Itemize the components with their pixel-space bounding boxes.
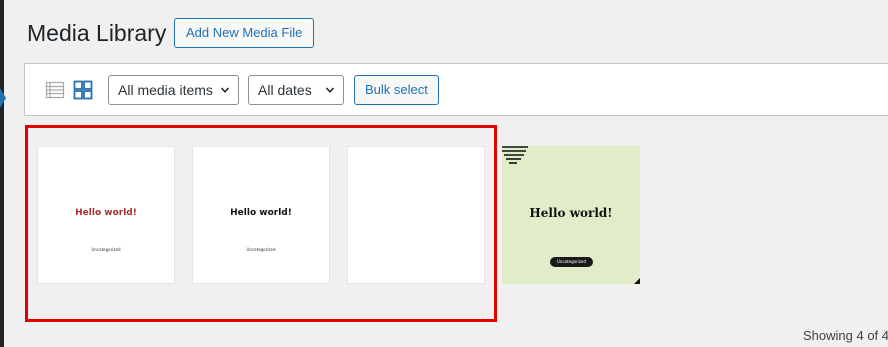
current-menu-pointer-icon	[0, 88, 6, 108]
thumbnail-title: Hello world!	[230, 208, 292, 218]
decorative-stripes-icon	[502, 146, 528, 164]
thumbnail-category: Uncategorized	[246, 247, 276, 252]
bulk-select-button[interactable]: Bulk select	[354, 75, 439, 105]
thumbnail-title: Hello world!	[529, 206, 613, 220]
media-type-filter-select[interactable]: All media items	[108, 75, 239, 105]
thumbnail-title: Hello world!	[75, 208, 137, 218]
media-toolbar: All media items All dates Bulk select	[24, 63, 888, 116]
grid-view-icon[interactable]	[73, 80, 93, 100]
media-attachment-thumbnail[interactable]	[347, 146, 485, 284]
media-attachment-thumbnail[interactable]: Hello world! Uncategorized	[192, 146, 330, 284]
media-attachment-thumbnail[interactable]: Hello world! Uncategorized	[37, 146, 175, 284]
add-new-media-button[interactable]: Add New Media File	[174, 18, 315, 48]
date-filter-select[interactable]: All dates	[248, 75, 344, 105]
thumbnail-category-pill: Uncategorized	[550, 257, 593, 267]
admin-sidebar-edge	[0, 0, 4, 347]
media-attachment-thumbnail[interactable]: Hello world! Uncategorized	[502, 146, 640, 284]
page-title: Media Library	[27, 20, 167, 46]
list-view-icon[interactable]	[45, 80, 65, 100]
decorative-corner-icon	[634, 278, 640, 284]
chevron-down-icon	[220, 87, 230, 93]
attachments-count-status: Showing 4 of 4	[803, 328, 888, 343]
thumbnail-category: Uncategorized	[91, 247, 121, 252]
date-filter-value: All dates	[258, 82, 312, 98]
chevron-down-icon	[325, 87, 335, 93]
media-type-filter-value: All media items	[118, 82, 213, 98]
